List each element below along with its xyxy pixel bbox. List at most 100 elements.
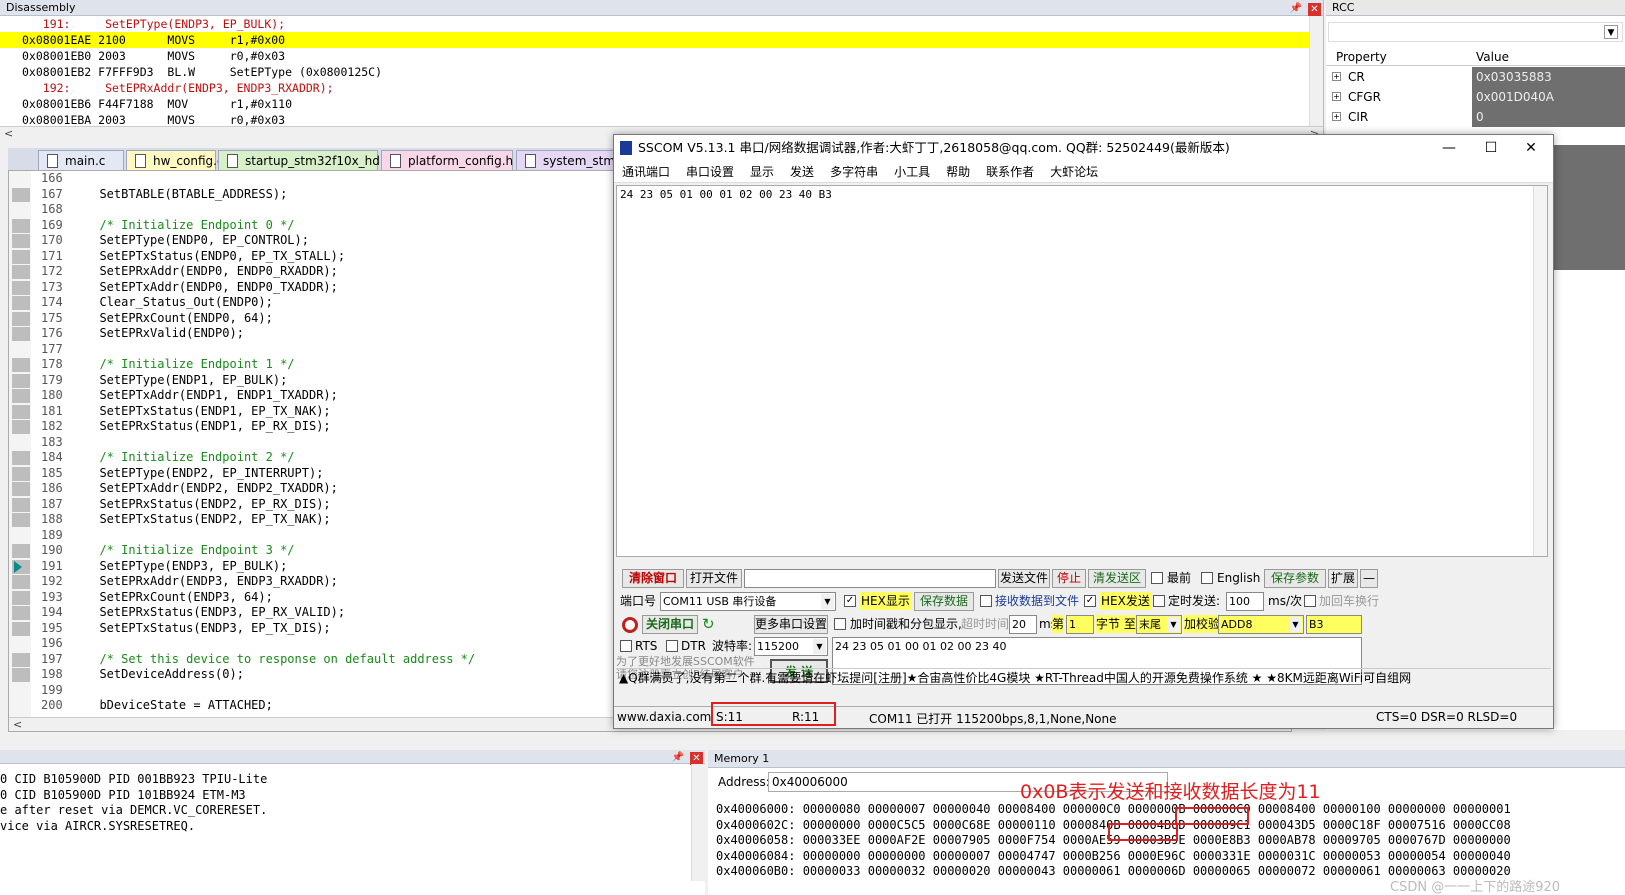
minimize-icon[interactable]: — <box>1429 135 1469 161</box>
tab-1[interactable]: hw_config.c <box>126 150 224 170</box>
line-number: 185 <box>41 465 63 480</box>
timed-send-checkbox[interactable] <box>1153 595 1165 607</box>
chevron-down-icon[interactable]: ▼ <box>1167 617 1180 632</box>
maximize-icon[interactable]: ☐ <box>1471 135 1511 161</box>
line-number: 180 <box>41 388 63 402</box>
code-text: SetEPTxAddr(ENDP2, ENDP2_TXADDR); <box>85 481 338 495</box>
save-params-button[interactable]: 保存参数 <box>1264 569 1326 588</box>
port-value: COM11 USB 串行设备 <box>663 595 777 608</box>
chevron-down-icon[interactable]: ▼ <box>821 594 834 609</box>
recv-to-file-checkbox[interactable] <box>980 595 992 607</box>
add-crlf-checkbox[interactable] <box>1304 595 1316 607</box>
line-number: 198 <box>41 667 63 681</box>
memory-row[interactable]: 0x40006084: 00000000 00000000 00000007 0… <box>716 848 1511 864</box>
memory-title-bar: Memory 1 <box>708 750 1625 768</box>
rcc-peripheral-dropdown[interactable]: ▼ <box>1328 22 1623 42</box>
hex-show-checkbox[interactable]: ✓ <box>844 595 856 607</box>
disassembly-line[interactable]: 0x08001EB0 2003 MOVS r0,#0x03 <box>0 48 1323 64</box>
send-file-button[interactable]: 发送文件 <box>998 569 1050 588</box>
save-data-button[interactable]: 保存数据 <box>914 592 974 611</box>
scroll-left-icon[interactable]: < <box>4 127 13 140</box>
chevron-down-icon[interactable]: ▼ <box>813 639 826 654</box>
pin-icon[interactable]: 📌 <box>1290 1 1302 17</box>
rcc-row-name: CR <box>1348 70 1365 84</box>
disassembly-lines[interactable]: 191: SetEPType(ENDP3, EP_BULK); 0x08001EA… <box>0 16 1323 128</box>
expand-icon[interactable]: + <box>1332 92 1341 101</box>
port-select[interactable]: COM11 USB 串行设备 ▼ <box>660 592 836 611</box>
disassembly-vscroll[interactable] <box>1309 16 1323 126</box>
byte-end-select[interactable]: 末尾 ▼ <box>1136 615 1182 634</box>
tab-2[interactable]: startup_stm32f10x_hd.s <box>218 150 390 170</box>
rts-checkbox[interactable] <box>620 640 632 652</box>
disassembly-line[interactable]: 0x08001EAE 2100 MOVS r1,#0x00 <box>0 32 1323 48</box>
baud-select[interactable]: 115200 ▼ <box>754 637 828 656</box>
disassembly-line[interactable]: 0x08001EB2 F7FFF9D3 BL.W SetEPType (0x08… <box>0 64 1323 80</box>
byte-to-label: 字节 至 <box>1096 615 1136 633</box>
timeout-label: 超时时间: <box>961 617 1014 631</box>
tab-4[interactable]: system_stm32f1 <box>516 150 642 170</box>
disassembly-line[interactable]: 0x08001EB6 F44F7188 MOV r1,#0x110 <box>0 96 1323 112</box>
menu-item-0[interactable]: 通讯端口 <box>614 161 678 182</box>
dtr-checkbox[interactable] <box>666 640 678 652</box>
line-number: 200 <box>41 698 63 712</box>
line-number: 199 <box>41 682 63 697</box>
expand-icon[interactable]: + <box>1332 72 1341 81</box>
clear-send-button[interactable]: 清发送区 <box>1088 569 1146 588</box>
line-number: 192 <box>41 574 63 588</box>
file-path-input[interactable] <box>744 569 996 588</box>
receive-area[interactable]: 24 23 05 01 00 01 02 00 23 40 B3 <box>616 185 1548 557</box>
hex-send-checkbox[interactable]: ✓ <box>1084 595 1096 607</box>
refresh-icon[interactable]: ↻ <box>702 615 715 633</box>
rcc-row-name: CIR <box>1348 110 1369 124</box>
line-number: 170 <box>41 233 63 247</box>
expand-icon[interactable]: + <box>1332 112 1341 121</box>
clear-window-button[interactable]: 清除窗口 <box>622 569 684 588</box>
more-settings-button[interactable]: 更多串口设置 <box>754 615 828 634</box>
tab-0[interactable]: main.c <box>38 150 124 170</box>
file-icon <box>390 154 401 168</box>
disassembly-line[interactable]: 191: SetEPType(ENDP3, EP_BULK); <box>0 16 1323 32</box>
menu-item-5[interactable]: 小工具 <box>886 161 938 182</box>
timestamp-checkbox[interactable] <box>834 618 846 630</box>
close-icon[interactable]: ✕ <box>1308 2 1321 16</box>
disassembly-line[interactable]: 192: SetEPRxAddr(ENDP3, ENDP3_RXADDR); <box>0 80 1323 96</box>
menu-item-6[interactable]: 帮助 <box>938 161 978 182</box>
close-icon[interactable]: ✕ <box>1511 135 1551 161</box>
english-checkbox[interactable] <box>1201 572 1213 584</box>
close-icon[interactable]: ✕ <box>690 751 703 765</box>
open-file-button[interactable]: 打开文件 <box>686 569 742 588</box>
menu-item-8[interactable]: 大虾论坛 <box>1042 161 1106 182</box>
close-port-button[interactable]: 关闭串口 <box>642 615 698 634</box>
rcc-row-value[interactable]: 0x03035883 <box>1472 67 1625 87</box>
expand-button[interactable]: 扩展 <box>1328 569 1358 588</box>
status-site[interactable]: www.daxia.com <box>617 710 711 724</box>
menu-item-1[interactable]: 串口设置 <box>678 161 742 182</box>
rcc-row-value[interactable]: 0 <box>1472 107 1625 127</box>
stop-button[interactable]: 停止 <box>1052 569 1086 588</box>
menu-item-2[interactable]: 显示 <box>742 161 782 182</box>
interval-input[interactable]: 100 <box>1226 592 1264 611</box>
rcc-row[interactable]: + CR 0x03035883 <box>1326 67 1625 87</box>
pin-icon[interactable]: 📌 <box>672 751 684 765</box>
file-icon <box>525 154 536 168</box>
chevron-down-icon[interactable]: ▼ <box>1604 25 1618 39</box>
rcc-row[interactable]: + CIR 0 <box>1326 107 1625 127</box>
tab-3[interactable]: platform_config.h <box>381 150 513 170</box>
scroll-left-icon[interactable]: < <box>13 718 22 731</box>
collapse-button[interactable]: — <box>1360 569 1378 588</box>
rcc-row[interactable]: + CFGR 0x001D040A <box>1326 87 1625 107</box>
menu-item-4[interactable]: 多字符串 <box>822 161 886 182</box>
code-text: SetEPTxStatus(ENDP3, EP_TX_DIS); <box>85 620 331 635</box>
menu-item-3[interactable]: 发送 <box>782 161 822 182</box>
receive-vscroll[interactable] <box>1533 186 1547 556</box>
checksum-select[interactable]: ADD8 ▼ <box>1218 615 1304 634</box>
byte-from-input[interactable]: 1 <box>1066 615 1094 634</box>
marquee-bar: ▲Q群满员了,没有第二个群.有需要请在虾坛提问[注册]★合宙高性价比4G模块 ★… <box>616 668 1551 686</box>
timeout-input[interactable]: 20 <box>1009 615 1037 634</box>
menu-item-7[interactable]: 联系作者 <box>978 161 1042 182</box>
topmost-checkbox[interactable] <box>1151 572 1163 584</box>
trace-vscroll[interactable] <box>691 764 705 881</box>
watermark: CSDN @一一上下的路途920 <box>1390 880 1561 895</box>
chevron-down-icon[interactable]: ▼ <box>1289 617 1302 632</box>
rcc-row-value[interactable]: 0x001D040A <box>1472 87 1625 107</box>
